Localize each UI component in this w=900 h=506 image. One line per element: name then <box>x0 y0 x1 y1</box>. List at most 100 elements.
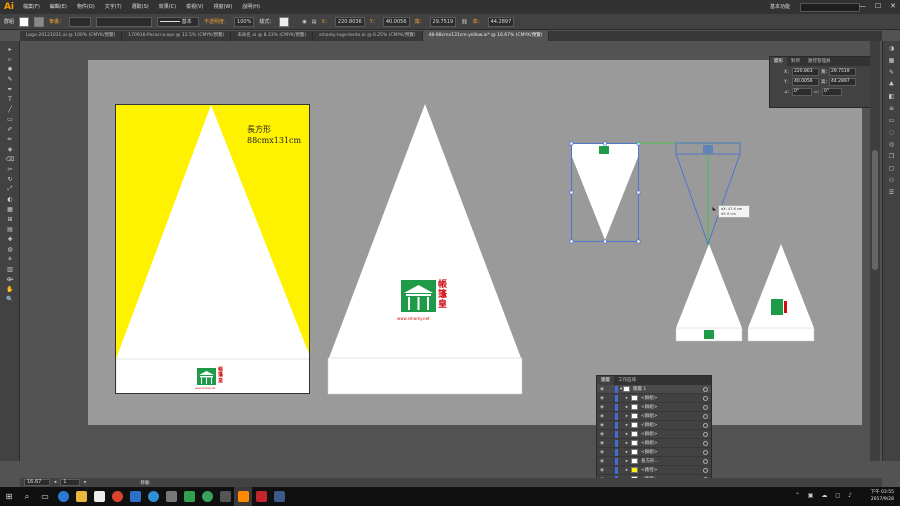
play-icon[interactable] <box>180 487 198 506</box>
link-icon[interactable]: ⛓ <box>461 19 467 25</box>
visibility-eye-icon[interactable]: ◉ <box>597 423 607 428</box>
selected-inverted-triangle[interactable] <box>568 140 642 246</box>
layer-row[interactable]: ◉ ▸ <群組> <box>597 439 711 448</box>
tool-icon[interactable]: ⟴ <box>3 275 17 283</box>
artboard-number-field[interactable]: 1 <box>60 479 81 486</box>
tab-artboards[interactable]: 工作區域 <box>614 376 640 385</box>
expand-arrow-icon[interactable]: ▸ <box>620 468 628 473</box>
rotate-field[interactable]: 0° <box>792 88 812 96</box>
y-field[interactable]: 40.0056 <box>382 16 410 27</box>
tool-icon[interactable]: ◍ <box>3 245 17 253</box>
target-circle-icon[interactable] <box>703 467 708 473</box>
document-tab[interactable]: 48-88cmx131cm-yellow.ai* @ 16.67% (CMYK/… <box>422 31 550 41</box>
tab-layers[interactable]: 圖層 <box>597 376 614 385</box>
menu-item[interactable]: 檢視(V) <box>181 0 208 14</box>
tool-icon[interactable]: ⤢ <box>3 185 17 193</box>
layer-row[interactable]: ◉ ▸ <路徑> <box>597 466 711 475</box>
tool-icon[interactable]: 🔍 <box>3 295 17 303</box>
brushes-icon[interactable]: ✎ <box>887 69 897 77</box>
minimize-button[interactable]: — <box>859 2 866 10</box>
document-tab[interactable]: smarky-logo-tento.ai @ 6.25% (CMYK/預覽) <box>313 31 423 41</box>
workspace-switcher[interactable]: 基本功能 <box>770 3 790 10</box>
align-icon[interactable]: ▤ <box>312 19 317 25</box>
document-tab[interactable]: 170916-Pocari-a.eps @ 12.5% (CMYK/預覽) <box>122 31 232 41</box>
search-icon[interactable]: ⌕ <box>18 487 36 506</box>
h-field[interactable]: 44.2897 <box>487 16 515 27</box>
symbols-icon[interactable]: ♣ <box>887 81 897 89</box>
tool-icon[interactable]: ✐ <box>3 125 17 133</box>
tool-icon[interactable]: ⌫ <box>3 155 17 163</box>
expand-arrow-icon[interactable]: ▸ <box>620 459 628 464</box>
start-icon[interactable]: ⊞ <box>0 487 18 506</box>
expand-arrow-icon[interactable]: ▸ <box>620 450 628 455</box>
transform-y-field[interactable]: 40.0056 <box>792 78 819 86</box>
menu-item[interactable]: 效果(C) <box>154 0 181 14</box>
target-circle-icon[interactable] <box>703 386 708 392</box>
tool-icon[interactable]: ◐ <box>3 195 17 203</box>
artboard-yellow[interactable] <box>115 104 310 394</box>
tab-align[interactable]: 對齊 <box>787 57 804 66</box>
search-input[interactable] <box>800 3 860 12</box>
close-button[interactable]: ✕ <box>890 2 896 10</box>
target-circle-icon[interactable] <box>703 413 708 419</box>
visibility-eye-icon[interactable]: ◉ <box>597 414 607 419</box>
transform-x-field[interactable]: 220.803 <box>792 68 819 76</box>
layer-row[interactable]: ◉ ▸ <群組> <box>597 430 711 439</box>
tool-icon[interactable]: ▭ <box>3 115 17 123</box>
tool-icon[interactable]: ✚ <box>3 235 17 243</box>
tool-icon[interactable]: ╱ <box>3 105 17 113</box>
w-field[interactable]: 29.7519 <box>429 16 457 27</box>
store-icon[interactable] <box>90 487 108 506</box>
layer-row[interactable]: ◉ ▸ <群組> <box>597 412 711 421</box>
shear-field[interactable]: 0° <box>822 88 842 96</box>
visibility-eye-icon[interactable]: ◉ <box>597 468 607 473</box>
illustrator-taskbar-icon[interactable] <box>234 487 252 506</box>
vertical-scroll-thumb[interactable] <box>872 150 878 270</box>
target-circle-icon[interactable] <box>703 449 708 455</box>
menu-item[interactable]: 視窗(W) <box>208 0 237 14</box>
layer-row[interactable]: ◉ ▸ 長方形... <box>597 457 711 466</box>
visibility-eye-icon[interactable]: ◉ <box>597 405 607 410</box>
opacity-field[interactable]: 100% <box>234 16 255 27</box>
tab-transform[interactable]: 變形 <box>770 57 787 66</box>
transform-h-field[interactable]: 44.2897 <box>829 78 856 86</box>
target-circle-icon[interactable] <box>703 422 708 428</box>
layer-row[interactable]: ◉ ▸ <群組> <box>597 421 711 430</box>
task-view-icon[interactable]: ▭ <box>36 487 54 506</box>
layer-row[interactable]: ◉ ▸ <群組> <box>597 394 711 403</box>
expand-arrow-icon[interactable]: ▸ <box>620 414 628 419</box>
chrome-alt-icon[interactable] <box>198 487 216 506</box>
maximize-button[interactable]: ☐ <box>875 2 881 10</box>
tool-icon[interactable]: ◈ <box>3 145 17 153</box>
layer-row[interactable]: ◉ ▸ <群組> <box>597 448 711 457</box>
x-field[interactable]: 220.8036 <box>334 16 365 27</box>
game-icon[interactable] <box>162 487 180 506</box>
chrome-icon[interactable] <box>108 487 126 506</box>
acrobat-icon[interactable] <box>252 487 270 506</box>
menu-item[interactable]: 說明(H) <box>237 0 265 14</box>
tool-icon[interactable]: ▸ <box>3 45 17 53</box>
tool-icon[interactable]: ✱ <box>3 65 17 73</box>
appearance-icon[interactable]: ◎ <box>887 141 897 149</box>
menu-item[interactable]: 物件(O) <box>72 0 100 14</box>
visibility-eye-icon[interactable]: ◉ <box>597 450 607 455</box>
tool-icon[interactable]: ✏ <box>3 135 17 143</box>
target-circle-icon[interactable] <box>703 404 708 410</box>
layer-row[interactable]: ◉ ▸ <群組> <box>597 403 711 412</box>
tool-icon[interactable]: T <box>3 95 17 103</box>
tool-icon[interactable]: ⚘ <box>3 255 17 263</box>
tool-icon[interactable]: ✒ <box>3 85 17 93</box>
triangle-shape-2[interactable] <box>327 104 524 395</box>
tool-icon[interactable]: ↻ <box>3 175 17 183</box>
visibility-eye-icon[interactable]: ◉ <box>597 387 607 392</box>
tool-icon[interactable]: ⊞ <box>3 215 17 223</box>
browser-icon[interactable] <box>144 487 162 506</box>
mail-icon[interactable] <box>126 487 144 506</box>
tab-pathfinder[interactable]: 路徑管理員 <box>804 57 835 66</box>
artboards-icon[interactable]: ▢ <box>887 165 897 173</box>
tool-icon[interactable]: ✎ <box>3 75 17 83</box>
visibility-eye-icon[interactable]: ◉ <box>597 432 607 437</box>
photos-icon[interactable] <box>216 487 234 506</box>
tool-icon[interactable]: ▥ <box>3 265 17 273</box>
taskbar-clock[interactable]: 下午 03:55 2017/9/28 <box>871 489 894 503</box>
